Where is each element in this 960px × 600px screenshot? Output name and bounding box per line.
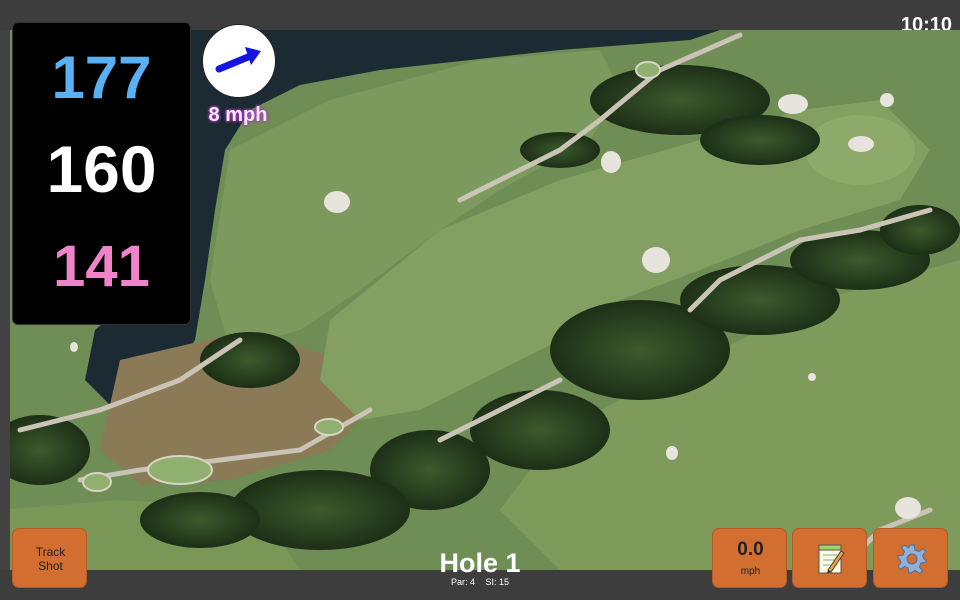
notepad-icon bbox=[818, 544, 845, 574]
wind-speed: 8 mph bbox=[208, 104, 268, 126]
hole-info: Par: 4 SI: 15 bbox=[380, 577, 580, 587]
hole-title: Hole 1 bbox=[439, 548, 521, 578]
hole-par: Par: 4 bbox=[450, 577, 475, 587]
middle-distance: 160 bbox=[46, 132, 157, 206]
gear-icon bbox=[896, 544, 926, 575]
speed-value: 0.0 bbox=[737, 539, 764, 560]
speed-unit: mph bbox=[740, 566, 761, 577]
back-distance: 177 bbox=[51, 44, 152, 111]
track-shot-button[interactable]: Track Shot bbox=[12, 528, 87, 588]
hole-stroke-index: SI: 15 bbox=[485, 577, 510, 587]
track-shot-label: Track Shot bbox=[35, 545, 66, 573]
settings-button[interactable] bbox=[873, 528, 948, 588]
front-distance: 141 bbox=[53, 234, 150, 299]
wind-direction-arrow-icon bbox=[215, 47, 261, 73]
notes-button[interactable] bbox=[792, 528, 867, 588]
swing-speed-button[interactable]: 0.0 mph bbox=[712, 528, 787, 588]
left-edge bbox=[0, 30, 10, 570]
distance-panel: 177 160 141 bbox=[12, 22, 191, 325]
wind-indicator bbox=[202, 24, 276, 98]
